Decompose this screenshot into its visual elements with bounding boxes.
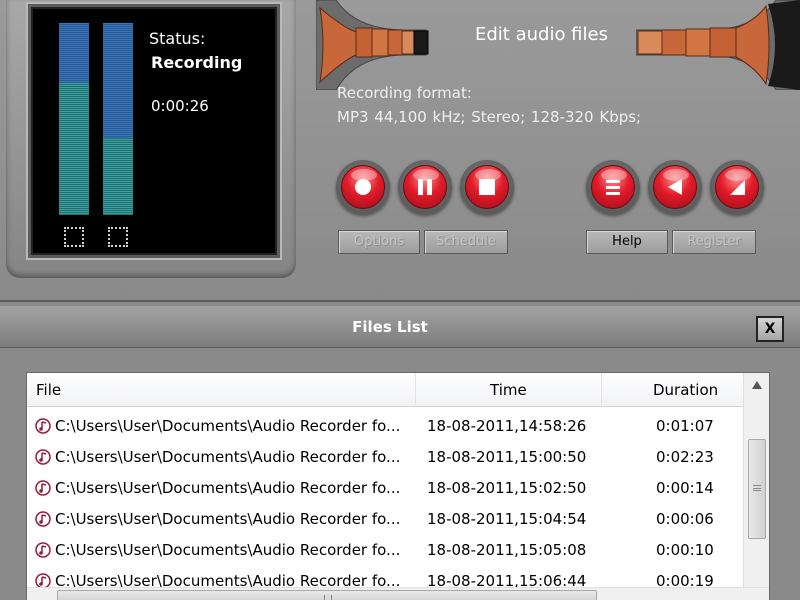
file-duration: 0:00:10 <box>656 541 714 559</box>
grip-icon <box>324 595 332 600</box>
file-time: 18-08-2011,15:04:54 <box>427 510 587 528</box>
vertical-scrollbar[interactable] <box>743 373 769 587</box>
speaker-left-icon <box>316 0 429 90</box>
record-icon <box>355 179 371 195</box>
files-list-titlebar: Files List X <box>0 306 800 348</box>
audio-file-icon <box>35 511 51 527</box>
vu-meter-left-peak <box>59 23 89 83</box>
table-row[interactable]: C:\Users\User\Documents\Audio Recorder f… <box>27 504 743 535</box>
file-time: 18-08-2011,15:02:50 <box>427 479 587 497</box>
file-time: 18-08-2011,15:00:50 <box>427 448 587 466</box>
files-table: File Time Duration C:\Users\User\Documen… <box>26 372 770 600</box>
play-icon <box>668 179 682 195</box>
audio-file-icon <box>35 542 51 558</box>
file-time: 18-08-2011,14:58:26 <box>427 417 587 435</box>
files-list-title: Files List <box>352 318 428 336</box>
stop-icon <box>479 179 495 195</box>
status-value: Recording <box>151 53 243 72</box>
speaker-right-icon <box>636 0 800 90</box>
file-name: C:\Users\User\Documents\Audio Recorder f… <box>55 510 401 528</box>
register-button[interactable]: Register <box>672 230 756 254</box>
table-row[interactable]: C:\Users\User\Documents\Audio Recorder f… <box>27 473 743 504</box>
column-divider[interactable] <box>415 373 416 407</box>
table-row[interactable]: C:\Users\User\Documents\Audio Recorder f… <box>27 442 743 473</box>
vu-right-handle[interactable] <box>108 227 128 247</box>
edit-audio-title[interactable]: Edit audio files <box>475 24 608 45</box>
horizontal-scrollbar[interactable] <box>27 587 769 600</box>
file-duration: 0:01:07 <box>656 417 714 435</box>
audio-file-icon <box>35 449 51 465</box>
file-name: C:\Users\User\Documents\Audio Recorder f… <box>55 417 401 435</box>
file-name: C:\Users\User\Documents\Audio Recorder f… <box>55 541 401 559</box>
menu-icon <box>606 180 620 195</box>
playlist-button[interactable] <box>586 160 640 214</box>
volume-icon <box>730 180 745 195</box>
recording-format-label: Recording format: <box>337 84 472 102</box>
vu-left-handle[interactable] <box>64 227 84 247</box>
grip-icon <box>753 485 761 491</box>
vu-meter-left <box>59 23 89 215</box>
scroll-up-icon[interactable] <box>752 381 762 389</box>
recording-format-value: MP3 44,100 kHz; Stereo; 128-320 Kbps; <box>337 108 642 126</box>
column-header-time[interactable]: Time <box>490 381 527 399</box>
file-name: C:\Users\User\Documents\Audio Recorder f… <box>55 479 401 497</box>
help-button[interactable]: Help <box>586 230 668 254</box>
status-display: Status: Recording 0:00:26 <box>28 4 280 258</box>
pause-button[interactable] <box>398 160 452 214</box>
vertical-scroll-thumb[interactable] <box>748 439 766 539</box>
column-header-file[interactable]: File <box>36 381 61 399</box>
file-duration: 0:00:14 <box>656 479 714 497</box>
vu-meter-right-peak <box>103 23 133 139</box>
horizontal-scroll-thumb[interactable] <box>57 590 597 600</box>
audio-file-icon <box>35 418 51 434</box>
display-bezel: Status: Recording 0:00:26 <box>6 0 296 278</box>
close-button[interactable]: X <box>756 316 784 342</box>
volume-button[interactable] <box>710 160 764 214</box>
audio-file-icon <box>35 480 51 496</box>
column-divider[interactable] <box>601 373 602 407</box>
options-button[interactable]: Options <box>338 230 420 254</box>
table-row[interactable]: C:\Users\User\Documents\Audio Recorder f… <box>27 411 743 442</box>
vu-meter-right <box>103 23 133 215</box>
file-time: 18-08-2011,15:05:08 <box>427 541 587 559</box>
status-label: Status: <box>149 29 206 48</box>
recorder-panel: Status: Recording 0:00:26 Edit audio fil… <box>0 0 800 300</box>
column-header-duration[interactable]: Duration <box>653 381 718 399</box>
pause-icon <box>418 179 432 195</box>
play-button[interactable] <box>648 160 702 214</box>
file-duration: 0:00:06 <box>656 510 714 528</box>
stop-button[interactable] <box>460 160 514 214</box>
file-duration: 0:02:23 <box>656 448 714 466</box>
files-list-window: Files List X File Time Duration C:\Users… <box>0 300 800 600</box>
elapsed-time: 0:00:26 <box>151 97 209 115</box>
file-name: C:\Users\User\Documents\Audio Recorder f… <box>55 448 401 466</box>
files-table-header: File Time Duration <box>27 373 743 407</box>
record-button[interactable] <box>336 160 390 214</box>
table-row[interactable]: C:\Users\User\Documents\Audio Recorder f… <box>27 535 743 566</box>
schedule-button[interactable]: Schedule <box>424 230 508 254</box>
